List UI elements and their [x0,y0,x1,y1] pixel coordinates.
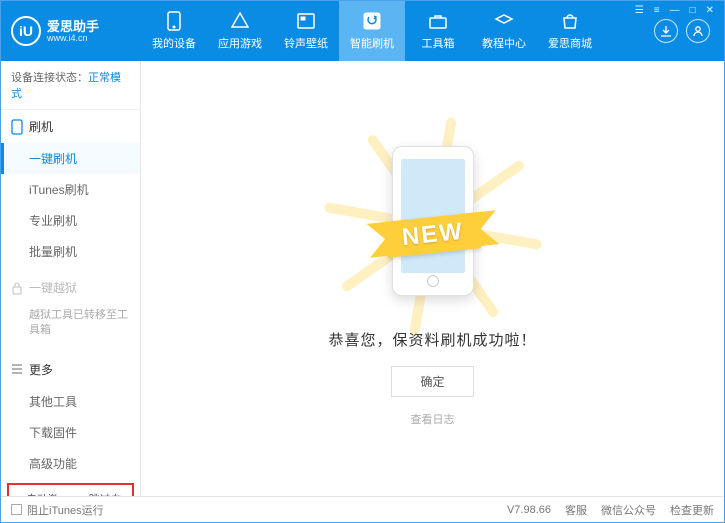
flash-icon [362,11,382,31]
sidebar-item-pro-flash[interactable]: 专业刷机 [1,205,140,236]
wechat-link[interactable]: 微信公众号 [601,502,656,518]
tab-apps[interactable]: 应用游戏 [207,1,273,61]
tab-tutorials[interactable]: 教程中心 [471,1,537,61]
menu-icon[interactable]: ☰ [631,5,648,16]
service-link[interactable]: 客服 [565,502,587,518]
success-illustration: NEW [323,131,543,311]
checkbox-block-itunes[interactable]: 阻止iTunes运行 [11,502,104,518]
tab-toolbox[interactable]: 工具箱 [405,1,471,61]
list-icon [11,363,23,375]
tab-smart-flash[interactable]: 智能刷机 [339,1,405,61]
close-icon[interactable]: ✕ [702,5,718,16]
brand-name: 爱思助手 [47,20,99,33]
options-highlighted: ✔自动激活 ✔跳过向导 [7,483,134,496]
sidebar-item-batch-flash[interactable]: 批量刷机 [1,236,140,267]
window-controls: ☰ ≡ — □ ✕ [631,5,718,16]
top-tabs: 我的设备 应用游戏 铃声壁纸 智能刷机 工具箱 教程中心 爱思商城 [141,1,654,61]
minimize-icon[interactable]: — [666,5,684,16]
sidebar-header-jailbreak: 一键越狱 [1,271,140,304]
titlebar: iU 爱思助手 www.i4.cn 我的设备 应用游戏 铃声壁纸 智能刷机 工具… [1,1,724,61]
tutorial-icon [494,11,514,31]
sidebar-item-download-firmware[interactable]: 下载固件 [1,417,140,448]
sidebar-item-advanced[interactable]: 高级功能 [1,448,140,479]
connection-status: 设备连接状态：正常模式 [1,61,140,110]
ok-button[interactable]: 确定 [391,366,473,397]
tab-my-device[interactable]: 我的设备 [141,1,207,61]
main-content: NEW 恭喜您，保资料刷机成功啦！ 确定 查看日志 [141,61,724,496]
view-log-link[interactable]: 查看日志 [411,411,455,427]
tab-ringtones[interactable]: 铃声壁纸 [273,1,339,61]
phone-icon [164,11,184,31]
lock-icon [11,281,23,295]
jailbreak-note: 越狱工具已转移至工具箱 [1,304,140,349]
tab-store[interactable]: 爱思商城 [537,1,603,61]
settings-icon[interactable]: ≡ [650,5,664,16]
logo-icon: iU [11,16,41,46]
user-button[interactable] [686,19,710,43]
sidebar: 设备连接状态：正常模式 刷机 一键刷机 iTunes刷机 专业刷机 批量刷机 一… [1,61,141,496]
checkbox-skip-setup[interactable]: ✔跳过向导 [76,491,129,496]
maximize-icon[interactable]: □ [686,5,700,16]
toolbox-icon [428,11,448,31]
sidebar-header-more[interactable]: 更多 [1,353,140,386]
sidebar-item-itunes-flash[interactable]: iTunes刷机 [1,174,140,205]
check-update-link[interactable]: 检查更新 [670,502,714,518]
wallpaper-icon [296,11,316,31]
success-message: 恭喜您，保资料刷机成功啦！ [328,329,536,350]
download-button[interactable] [654,19,678,43]
logo-area: iU 爱思助手 www.i4.cn [1,16,141,46]
checkbox-auto-activate[interactable]: ✔自动激活 [13,491,66,496]
sidebar-item-oneclick-flash[interactable]: 一键刷机 [1,143,140,174]
statusbar: 阻止iTunes运行 V7.98.66 客服 微信公众号 检查更新 [1,496,724,522]
phone-small-icon [11,119,23,135]
checkbox-empty-icon [11,504,22,515]
brand-url: www.i4.cn [47,33,99,43]
apps-icon [230,11,250,31]
sidebar-header-flash[interactable]: 刷机 [1,110,140,143]
store-icon [560,11,580,31]
sidebar-item-other-tools[interactable]: 其他工具 [1,386,140,417]
version-label: V7.98.66 [507,504,551,516]
